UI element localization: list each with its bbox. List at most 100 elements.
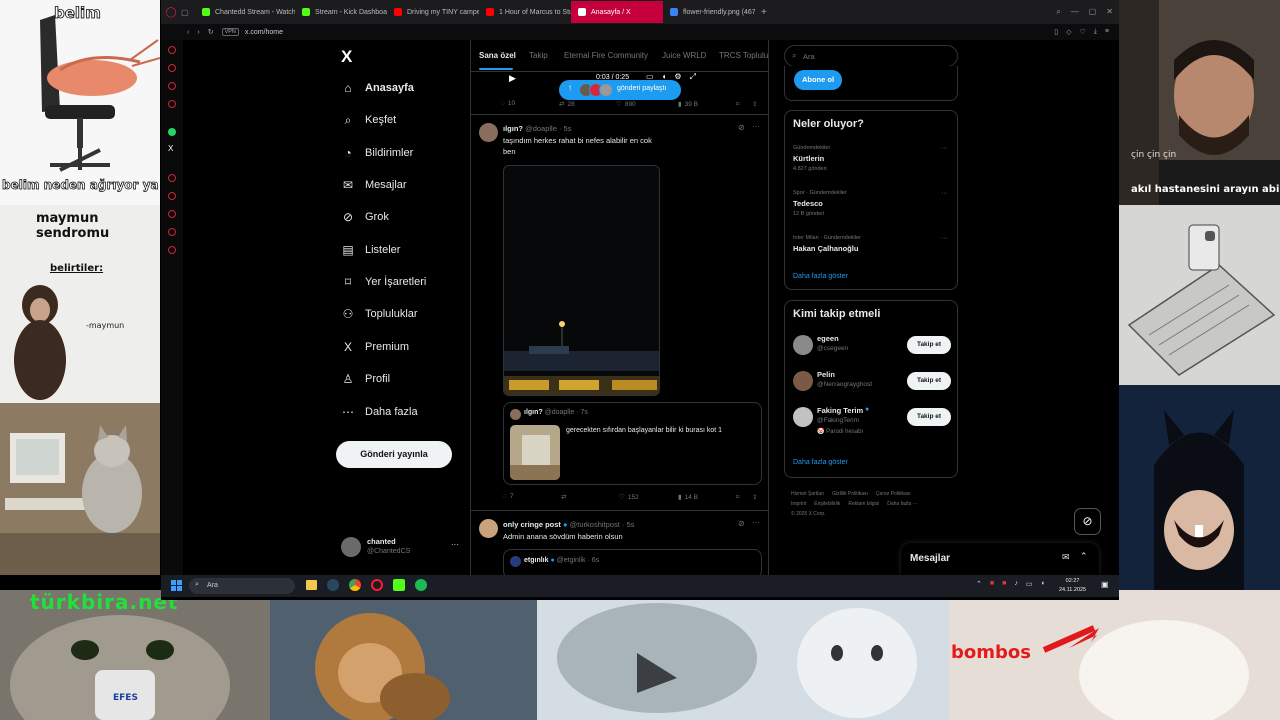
timeline-tab[interactable]: Takip	[529, 51, 548, 60]
footer-link[interactable]: Gizlilik Politikası	[832, 491, 868, 497]
sidebar-icon-2[interactable]	[168, 64, 176, 72]
footer-link[interactable]: © 2025 X Corp.	[791, 511, 826, 517]
nav-item[interactable]: ◔ Bildirimler	[341, 146, 413, 160]
tweet-2-author[interactable]: only cringe post	[503, 520, 561, 529]
volume-icon[interactable]: ◖	[1040, 580, 1044, 588]
shield-icon[interactable]: ◇	[1066, 28, 1071, 36]
expand-icon[interactable]: ⌃	[1080, 551, 1088, 562]
grok-action-icon[interactable]: ⊘	[738, 123, 745, 132]
prev-like-action[interactable]: ♡ 890	[616, 100, 636, 109]
footer-link[interactable]: Hizmet Şartları	[791, 491, 824, 497]
chrome-icon[interactable]	[349, 579, 361, 591]
follow-suggestion[interactable]: Pelin @Nerraograyghost Takip et	[793, 369, 951, 403]
browser-tab[interactable]: Chantedd Stream - Watch	[195, 1, 295, 23]
follow-avatar[interactable]	[793, 335, 813, 355]
follow-button[interactable]: Takip et	[907, 408, 951, 426]
minimize-icon[interactable]: —	[1071, 7, 1079, 17]
maximize-icon[interactable]: ▢	[1089, 7, 1097, 17]
x-logo[interactable]: X	[341, 47, 352, 67]
nav-item[interactable]: ⊘ Grok	[341, 210, 389, 224]
steam-icon[interactable]	[327, 579, 339, 591]
footer-link[interactable]: Daha fazla ···	[887, 501, 917, 507]
extension-icon[interactable]: ▯	[1054, 28, 1058, 36]
follow-button[interactable]: Takip et	[907, 372, 951, 390]
sidebar-icon-3[interactable]	[168, 82, 176, 90]
prev-share-action[interactable]: ⇪	[752, 100, 757, 108]
tweet-1-reply[interactable]: ◌ 7	[503, 493, 514, 500]
footer-link[interactable]: Reklam bilgisi	[848, 501, 879, 507]
timeline-tab[interactable]: TRCS Topluluk	[719, 51, 768, 60]
tray-app-icon-2[interactable]: ■	[1002, 580, 1006, 588]
network-icon[interactable]: ▭	[1026, 580, 1033, 588]
follow-button[interactable]: Takip et	[907, 336, 951, 354]
tab-list-icon[interactable]: ▢	[181, 8, 195, 17]
x-sidebar-icon[interactable]: X	[168, 144, 173, 153]
forward-icon[interactable]: ›	[197, 29, 199, 36]
footer-link[interactable]: Çerez Politikası	[876, 491, 911, 497]
prev-views-action[interactable]: ▮ 39 B	[678, 100, 698, 109]
nav-item[interactable]: ♙ Profil	[341, 372, 390, 386]
follow-suggestion[interactable]: Faking Terim ● @FakingTerim 🤡 Parodi hesabı…	[793, 405, 951, 439]
trend-item[interactable]: Inter Milan · Gündemdekiler Hakan Çalhano…	[793, 235, 951, 275]
tweet-1-handle[interactable]: @doaplle · 5s	[525, 124, 571, 133]
sidebar-icon-8[interactable]	[168, 228, 176, 236]
grok-action-icon[interactable]: ⊘	[738, 519, 745, 528]
footer-link[interactable]: Imprint	[791, 501, 806, 507]
menu-icon[interactable]: ≡	[1105, 28, 1109, 36]
tweet-more-icon[interactable]: ···	[752, 518, 760, 527]
whatsapp-icon[interactable]	[168, 128, 176, 136]
video-play-button[interactable]: ▶	[509, 73, 516, 84]
search-box[interactable]: ⌕ Ara	[784, 45, 958, 67]
nav-item[interactable]: ▤ Listeler	[341, 243, 400, 257]
sidebar-icon-5[interactable]	[168, 174, 176, 182]
tray-app-icon[interactable]: ■	[990, 580, 994, 588]
trend-more-icon[interactable]: ···	[941, 235, 948, 242]
follow-name[interactable]: egeen	[817, 334, 839, 343]
tweet-2-quote[interactable]: etgınlık ● @etginlik · 6s	[503, 549, 762, 575]
tweet-2-handle[interactable]: @turkoshitpost · 5s	[570, 520, 635, 529]
new-posts-toast[interactable]: ↑ gönderi paylaştı	[559, 80, 681, 100]
tweet-1-avatar[interactable]	[479, 123, 498, 142]
messages-drawer[interactable]: Mesajlar ✉ ⌃	[901, 543, 1099, 575]
post-button[interactable]: Gönderi yayınla	[336, 441, 452, 468]
new-tab-button[interactable]: +	[761, 7, 767, 18]
download-icon[interactable]: ⤓	[1094, 28, 1097, 36]
account-more-icon[interactable]: ···	[451, 540, 459, 549]
clock[interactable]: 02:27 24.11.2025	[1059, 577, 1086, 595]
sidebar-icon-9[interactable]	[168, 246, 176, 254]
tweet-1[interactable]: ılgın? @doaplle · 5s ⊘ ··· taşındım herk…	[471, 115, 768, 510]
timeline-tab[interactable]: Juice WRLD	[662, 51, 706, 60]
nav-item[interactable]: ⚇ Topluluklar	[341, 307, 418, 321]
browser-tab[interactable]: Driving my TINY camper	[387, 1, 479, 23]
footer-link[interactable]: Erişilebilirlik	[814, 501, 840, 507]
close-icon[interactable]: ✕	[1106, 7, 1113, 17]
trend-more-icon[interactable]: ···	[941, 145, 948, 152]
windows-start-icon[interactable]	[171, 580, 182, 591]
timeline-tab[interactable]: Sana özel	[479, 51, 516, 60]
tweet-1-video[interactable]	[503, 165, 660, 396]
subscribe-button[interactable]: Abone ol	[794, 70, 842, 90]
tweet-1-like[interactable]: ♡ 152	[619, 493, 639, 502]
fullscreen-icon[interactable]: ⤢	[690, 72, 696, 82]
timeline-tab[interactable]: Eternal Fire Community	[564, 51, 648, 60]
taskbar-search[interactable]: ⌕ Ara	[189, 578, 295, 594]
tweet-more-icon[interactable]: ···	[752, 122, 760, 131]
browser-tab[interactable]: flower-friendly.png (467...	[663, 1, 755, 23]
tweet-1-views[interactable]: ▮ 14 B	[678, 493, 698, 502]
nav-item[interactable]: ⌕ Keşfet	[341, 113, 397, 127]
nav-item[interactable]: ✉ Mesajlar	[341, 178, 407, 192]
trend-item[interactable]: Spor · Gündemdekiler Tedesco 12 B gönderi ·…	[793, 190, 951, 230]
trend-more-icon[interactable]: ···	[941, 190, 948, 197]
follow-avatar[interactable]	[793, 371, 813, 391]
prev-repost-action[interactable]: ⇄ 28	[559, 100, 575, 109]
tweet-2-avatar[interactable]	[479, 519, 498, 538]
nav-item[interactable]: ⋯ Daha fazla	[341, 405, 418, 419]
sidebar-icon-4[interactable]	[168, 100, 176, 108]
url-field[interactable]: x.com/home	[245, 29, 283, 36]
tweet-1-repost[interactable]: ⇄	[561, 493, 569, 501]
nav-item[interactable]: ⌑ Yer İşaretleri	[341, 275, 426, 289]
sidebar-icon-7[interactable]	[168, 210, 176, 218]
grok-floating-button[interactable]: ⊘	[1074, 508, 1101, 535]
nav-item[interactable]: X Premium	[341, 340, 409, 354]
tweet-1-bookmark[interactable]: ⌑	[736, 493, 739, 501]
